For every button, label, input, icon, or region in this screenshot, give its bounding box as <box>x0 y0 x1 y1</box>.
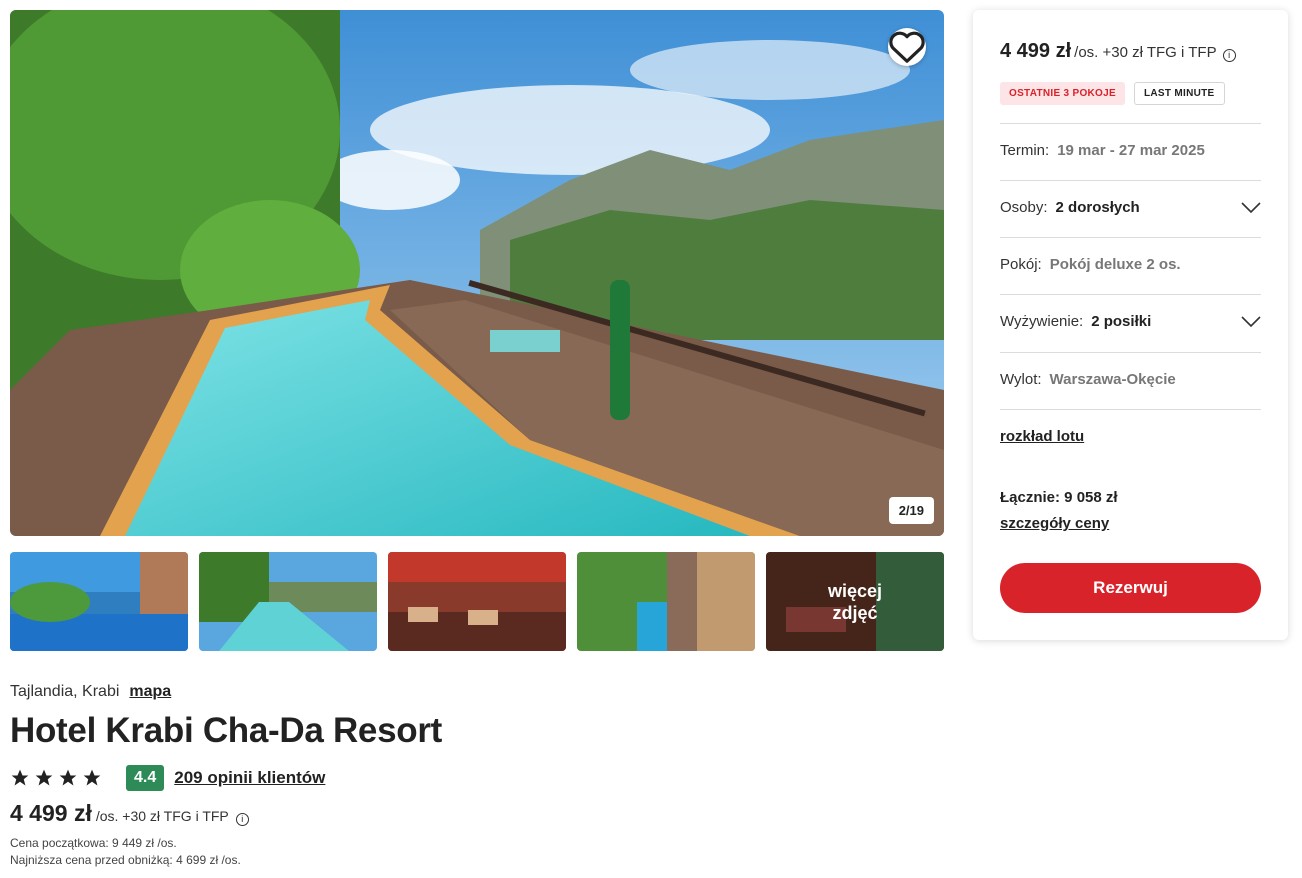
room-label: Pokój: <box>1000 256 1042 273</box>
lowest-price-note: Najniższa cena przed obniżką: 4 699 zł /… <box>10 853 241 867</box>
divider <box>1000 352 1261 353</box>
price-value: 4 499 zł <box>10 800 92 826</box>
chevron-down-icon <box>1241 201 1261 213</box>
hotel-price: 4 499 zł /os. +30 zł TFG i TFP i <box>10 800 249 827</box>
room-field[interactable]: Pokój: Pokój deluxe 2 os. <box>1000 256 1261 273</box>
star-rating <box>10 768 102 788</box>
divider <box>1000 180 1261 181</box>
price-suffix: /os. +30 zł TFG i TFP <box>95 808 229 824</box>
divider <box>1000 237 1261 238</box>
more-photos-label: więcej zdjęć <box>766 552 944 651</box>
thumbnail-more-photos[interactable]: więcej zdjęć <box>766 552 944 651</box>
divider <box>1000 294 1261 295</box>
price-details-link[interactable]: szczegóły ceny <box>1000 515 1109 532</box>
main-photo[interactable]: 2/19 <box>10 10 944 536</box>
term-field[interactable]: Termin: 19 mar - 27 mar 2025 <box>1000 142 1261 159</box>
thumbnail-image <box>199 552 377 651</box>
heart-icon <box>889 31 925 63</box>
last-rooms-badge: OSTATNIE 3 POKOJE <box>1000 82 1125 105</box>
booking-price-suffix: /os. +30 zł TFG i TFP <box>1074 44 1217 61</box>
booking-price: 4 499 zł /os. +30 zł TFG i TFP i <box>1000 40 1236 63</box>
map-link[interactable]: mapa <box>129 683 171 701</box>
divider <box>1000 123 1261 124</box>
info-icon[interactable]: i <box>1222 48 1236 62</box>
reserve-button[interactable]: Rezerwuj <box>1000 563 1261 613</box>
initial-price-note: Cena początkowa: 9 449 zł /os. <box>10 836 177 850</box>
reviews-link[interactable]: 209 opinii klientów <box>174 768 325 788</box>
term-value: 19 mar - 27 mar 2025 <box>1057 142 1205 159</box>
thumbnail-image <box>10 552 188 651</box>
board-value: 2 posiłki <box>1091 313 1152 330</box>
star-icon <box>35 769 53 786</box>
rating-row: 4.4 209 opinii klientów <box>10 765 325 791</box>
thumbnail-strip: więcej zdjęć <box>10 552 944 651</box>
thumbnail-2[interactable] <box>199 552 377 651</box>
divider <box>1000 409 1261 410</box>
total-price: Łącznie: 9 058 zł <box>1000 489 1118 506</box>
booking-price-value: 4 499 zł <box>1000 40 1072 62</box>
board-field[interactable]: Wyżywienie: 2 posiłki <box>1000 313 1261 330</box>
flight-schedule-link[interactable]: rozkład lotu <box>1000 428 1084 445</box>
departure-value: Warszawa-Okęcie <box>1049 371 1176 388</box>
persons-value: 2 dorosłych <box>1055 199 1140 216</box>
info-icon[interactable]: i <box>235 812 249 826</box>
departure-field[interactable]: Wylot: Warszawa-Okęcie <box>1000 371 1261 388</box>
thumbnail-3[interactable] <box>388 552 566 651</box>
hotel-location: Tajlandia, Krabi mapa <box>10 683 171 701</box>
thumbnail-image <box>388 552 566 651</box>
hotel-name: Hotel Krabi Cha-Da Resort <box>10 711 443 750</box>
departure-label: Wylot: <box>1000 371 1042 388</box>
star-icon <box>83 769 101 786</box>
persons-field[interactable]: Osoby: 2 dorosłych <box>1000 199 1261 216</box>
thumbnail-image <box>577 552 755 651</box>
location-text: Tajlandia, Krabi <box>10 683 120 700</box>
star-icon <box>11 769 29 786</box>
thumbnail-4[interactable] <box>577 552 755 651</box>
favorite-button[interactable] <box>888 28 926 66</box>
term-label: Termin: <box>1000 142 1050 159</box>
persons-label: Osoby: <box>1000 199 1048 216</box>
pool-photo-image <box>10 10 944 536</box>
room-value: Pokój deluxe 2 os. <box>1049 256 1181 273</box>
thumbnail-1[interactable] <box>10 552 188 651</box>
offer-badges: OSTATNIE 3 POKOJE LAST MINUTE <box>1000 82 1225 105</box>
booking-panel: 4 499 zł /os. +30 zł TFG i TFP i OSTATNI… <box>973 10 1288 640</box>
score-badge: 4.4 <box>126 765 165 791</box>
photo-counter: 2/19 <box>888 497 934 524</box>
star-icon <box>59 769 77 786</box>
last-minute-badge: LAST MINUTE <box>1133 82 1225 105</box>
board-label: Wyżywienie: <box>1000 313 1084 330</box>
chevron-down-icon <box>1241 315 1261 327</box>
